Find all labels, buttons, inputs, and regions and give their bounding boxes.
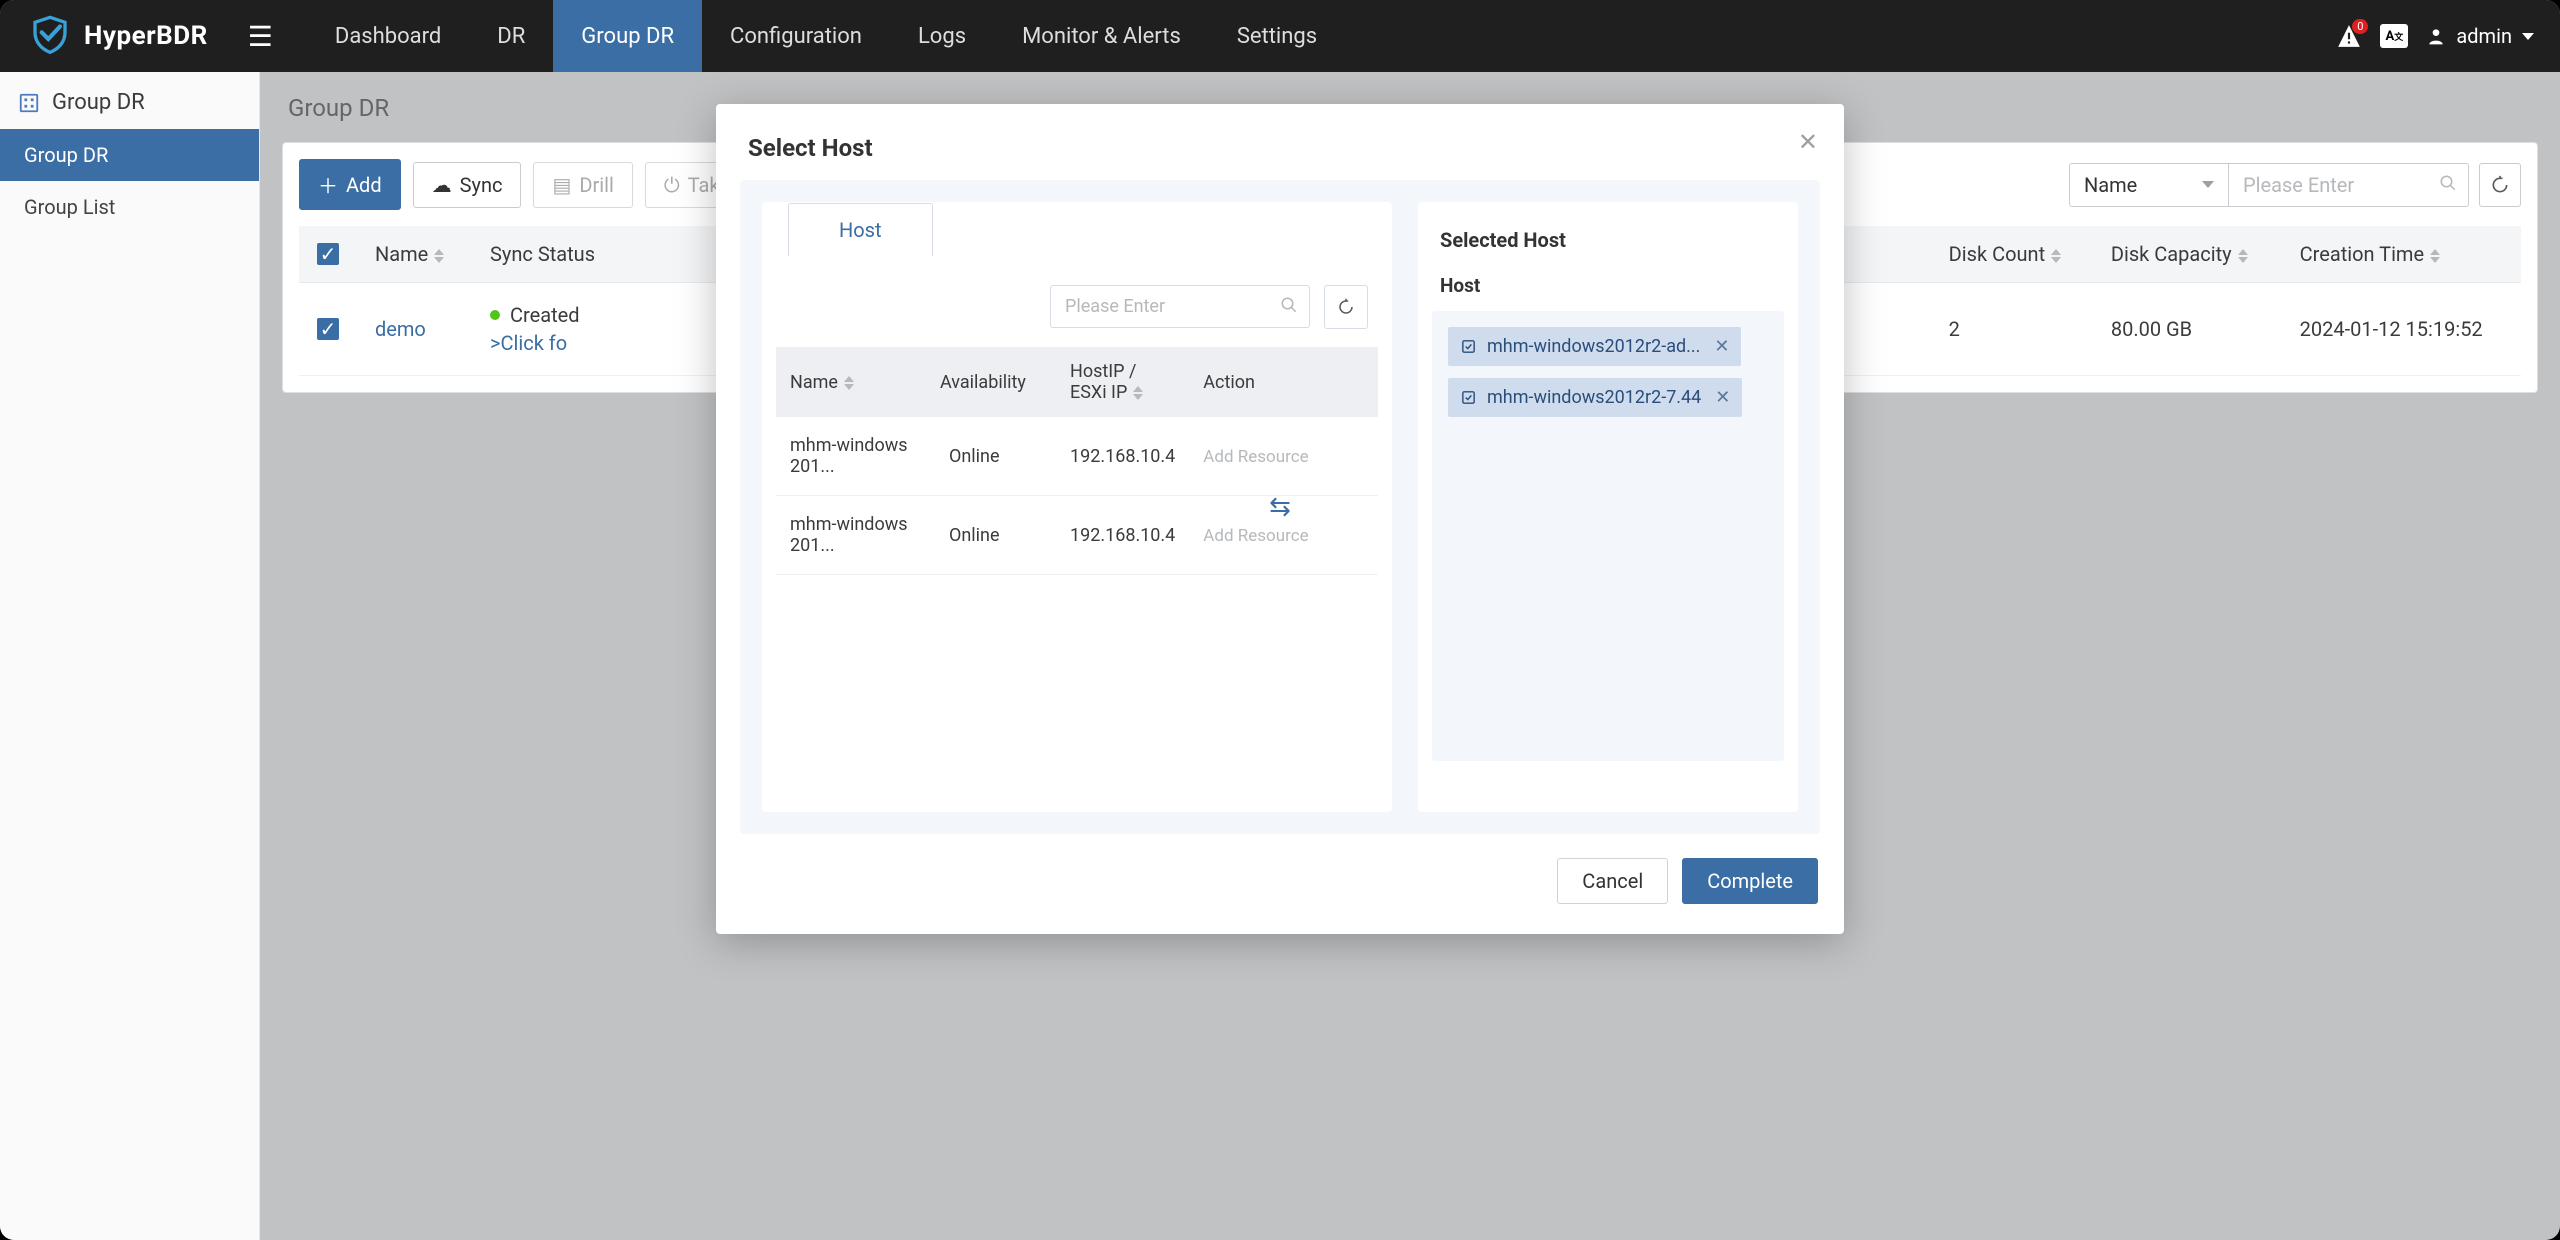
selected-host-sub: Host [1440,274,1776,297]
add-resource-link[interactable]: Add Resource [1203,447,1308,467]
host-tab[interactable]: Host [788,203,933,256]
modal-close-icon[interactable]: ✕ [1798,128,1818,156]
top-nav: Dashboard DR Group DR Configuration Logs… [307,0,1345,72]
remove-tag-icon[interactable]: ✕ [1711,387,1730,408]
notifications-icon[interactable]: 0 [2336,23,2362,49]
nav-dr[interactable]: DR [469,0,553,72]
host-refresh-button[interactable] [1324,285,1368,329]
hcol-availability: Availability [940,372,1026,393]
selected-tag-label: mhm-windows2012r2-7.44 [1487,387,1701,408]
nav-configuration[interactable]: Configuration [702,0,890,72]
availability-cell: Online [949,446,1000,467]
brand-block: HyperBDR [0,14,236,58]
user-name: admin [2456,24,2512,48]
nav-dashboard[interactable]: Dashboard [307,0,469,72]
user-icon [2426,26,2446,46]
menu-toggle-icon[interactable]: ☰ [236,20,285,53]
nav-logs[interactable]: Logs [890,0,994,72]
complete-button[interactable]: Complete [1682,858,1818,904]
selected-tag-label: mhm-windows2012r2-ad... [1487,336,1700,357]
nav-settings[interactable]: Settings [1209,0,1345,72]
hcol-name[interactable]: Name [790,372,838,393]
host-name-cell: mhm-windows201... [790,514,908,556]
search-icon[interactable] [1280,296,1298,318]
refresh-icon [1337,298,1355,316]
notification-badge: 0 [2352,19,2368,34]
selected-host-title: Selected Host [1440,228,1776,252]
modal-title: Select Host [740,128,1820,180]
select-host-modal: Select Host ✕ Host [716,104,1844,934]
sort-icon[interactable] [844,376,854,390]
user-menu[interactable]: admin [2426,24,2534,48]
hcol-hostip[interactable]: HostIP / ESXi IP [1070,361,1136,403]
brand-shield-icon [30,14,70,58]
hcol-action: Action [1203,372,1255,393]
sort-icon[interactable] [1133,386,1143,400]
host-table: Name Availability HostIP / ESXi IP Actio… [776,347,1378,575]
selected-host-tag: mhm-windows2012r2-7.44 ✕ [1448,378,1742,417]
nav-group-dr[interactable]: Group DR [553,0,702,72]
selected-host-tag: mhm-windows2012r2-ad... ✕ [1448,327,1741,366]
remove-tag-icon[interactable]: ✕ [1710,336,1729,357]
host-name-cell: mhm-windows201... [790,435,908,477]
host-source-panel: Host [762,202,1392,812]
language-switch-icon[interactable]: A文 [2380,24,2408,48]
selected-host-panel: Selected Host Host mhm-windows2012r2-ad.… [1418,202,1798,812]
hostip-cell: 192.168.10.4 [1070,446,1175,467]
host-search-input[interactable] [1050,285,1310,328]
brand-text: HyperBDR [84,21,208,51]
transfer-arrows-icon: ⇆ [1269,492,1291,522]
cancel-button[interactable]: Cancel [1557,858,1668,904]
hostip-cell: 192.168.10.4 [1070,525,1175,546]
add-resource-link[interactable]: Add Resource [1203,526,1308,546]
availability-cell: Online [949,525,1000,546]
host-chip-icon [1460,389,1477,406]
host-row: mhm-windows201... Online 192.168.10.4 Ad… [776,417,1378,496]
host-chip-icon [1460,338,1477,355]
caret-down-icon [2522,33,2534,40]
nav-monitor-alerts[interactable]: Monitor & Alerts [994,0,1209,72]
